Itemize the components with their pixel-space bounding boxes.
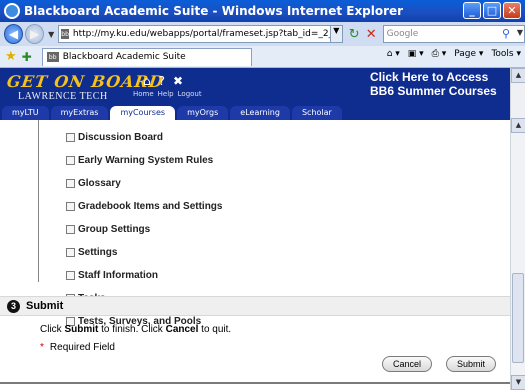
header-links: Home Help Logout — [133, 90, 202, 98]
tab-myltu[interactable]: myLTU — [2, 106, 49, 120]
checkbox[interactable] — [66, 225, 75, 234]
stop-icon[interactable]: ✕ — [366, 27, 377, 42]
content-frame: Discussion Board Early Warning System Ru… — [0, 120, 510, 390]
favorites-bar: ★ ✚ bb Blackboard Academic Suite ⌂ ▾ ▣ ▾… — [0, 46, 525, 68]
page-menu[interactable]: Page ▾ — [454, 49, 483, 59]
checkbox-label: Group Settings — [78, 224, 151, 235]
help-link[interactable]: Help — [158, 90, 174, 98]
browser-tab[interactable]: bb Blackboard Academic Suite — [41, 47, 252, 66]
cancel-button[interactable]: Cancel — [381, 356, 432, 372]
tools-menu[interactable]: Tools ▾ — [491, 49, 521, 59]
logo-text[interactable]: GET ON BOARD — [6, 72, 165, 91]
checkbox[interactable] — [66, 248, 75, 257]
divider — [0, 382, 510, 384]
scroll-up-icon[interactable]: ▲ — [511, 118, 525, 133]
tree-line — [38, 120, 39, 282]
list-item[interactable]: Gradebook Items and Settings — [66, 195, 222, 218]
internet-explorer-icon — [4, 3, 20, 19]
tab-myextras[interactable]: myExtras — [50, 106, 109, 120]
list-item[interactable]: Early Warning System Rules — [66, 149, 222, 172]
submit-section-title: Submit — [26, 300, 64, 312]
tab-elearning[interactable]: eLearning — [230, 106, 290, 120]
instructions-submit-word: Submit — [64, 324, 99, 335]
refresh-icon[interactable]: ↻ — [349, 27, 360, 42]
print-icon[interactable]: ⎙ ▾ — [432, 49, 447, 59]
home-house-icon[interactable]: ⌂ — [143, 74, 151, 88]
logout-link[interactable]: Logout — [178, 90, 202, 98]
checkbox[interactable] — [66, 271, 75, 280]
list-item[interactable]: Discussion Board — [66, 126, 222, 149]
search-placeholder: Google — [386, 29, 419, 39]
scroll-down-icon[interactable]: ▼ — [511, 375, 525, 390]
address-url: http://my.ku.edu/webapps/portal/frameset… — [72, 29, 342, 39]
summer-courses-link[interactable]: Click Here to Access BB6 Summer Courses — [370, 70, 497, 98]
tab-mycourses[interactable]: myCourses — [110, 106, 176, 120]
home-icon[interactable]: ⌂ ▾ — [387, 49, 400, 59]
instructions-text: Click — [40, 324, 65, 335]
add-favorite-icon[interactable]: ✚ — [22, 50, 32, 64]
tab-scholar[interactable]: Scholar — [291, 106, 342, 120]
portal-tabs: myLTU myExtras myCourses myOrgs eLearnin… — [0, 106, 510, 120]
submit-instructions: Click Submit to finish. Click Cancel to … — [40, 324, 231, 335]
checkbox[interactable] — [66, 133, 75, 142]
window-titlebar: Blackboard Academic Suite - Windows Inte… — [0, 0, 525, 22]
required-asterisk: * — [40, 342, 44, 353]
instructions-text: to finish. Click — [98, 324, 166, 335]
address-dropdown-icon[interactable]: ▼ — [329, 26, 342, 42]
promo-line-1: Click Here to Access — [370, 70, 489, 84]
instructions-text: to quit. — [198, 324, 232, 335]
checkbox-label: Gradebook Items and Settings — [78, 201, 223, 212]
checkbox[interactable] — [66, 202, 75, 211]
logo-subtitle: LAWRENCE TECH — [18, 91, 108, 102]
minimize-button[interactable]: _ — [463, 2, 481, 19]
back-button[interactable]: ◀ — [4, 24, 24, 44]
scroll-up-icon[interactable]: ▲ — [511, 68, 525, 83]
list-item[interactable]: Group Settings — [66, 218, 222, 241]
checkbox-label: Settings — [78, 247, 118, 258]
step-number-badge: 3 — [7, 299, 20, 313]
content-scrollbar[interactable]: ▲ ▼ — [510, 118, 525, 390]
search-icon[interactable]: ⚲ — [502, 27, 510, 40]
search-dropdown-icon[interactable]: ▼ — [517, 28, 523, 37]
instructions-cancel-word: Cancel — [165, 324, 199, 335]
checkbox-label: Discussion Board — [78, 132, 164, 143]
checkbox-label: Staff Information — [78, 270, 158, 281]
tab-favicon-icon: bb — [46, 52, 59, 62]
checkbox[interactable] — [66, 179, 75, 188]
favorites-star-icon[interactable]: ★ — [5, 49, 17, 64]
header-icons: ⌂ ? ✖ — [143, 74, 183, 88]
scrollbar-thumb[interactable] — [512, 273, 524, 363]
tab-myorgs[interactable]: myOrgs — [177, 106, 229, 120]
window-title: Blackboard Academic Suite - Windows Inte… — [24, 4, 404, 18]
page-favicon-icon: bb — [61, 29, 69, 39]
window-controls: _ □ ✕ — [463, 2, 521, 19]
list-item[interactable]: Staff Information — [66, 264, 222, 287]
list-item[interactable]: Glossary — [66, 172, 222, 195]
browser-tab-label: Blackboard Academic Suite — [62, 52, 186, 62]
checkbox-label: Early Warning System Rules — [78, 155, 214, 166]
address-toolbar: ◀ ▶ ▼ bb http://my.ku.edu/webapps/portal… — [0, 22, 525, 46]
home-link[interactable]: Home — [133, 90, 154, 98]
help-icon[interactable]: ? — [159, 74, 165, 88]
list-item[interactable]: Settings — [66, 241, 222, 264]
command-bar: ⌂ ▾ ▣ ▾ ⎙ ▾ Page ▾ Tools ▾ — [387, 49, 521, 59]
promo-line-2: BB6 Summer Courses — [370, 84, 497, 98]
maximize-button[interactable]: □ — [483, 2, 501, 19]
search-input[interactable]: Google ⚲ ▼ — [382, 25, 525, 43]
forward-button[interactable]: ▶ — [25, 24, 45, 44]
close-button[interactable]: ✕ — [503, 2, 521, 19]
history-dropdown-icon[interactable]: ▼ — [48, 30, 54, 39]
logout-icon[interactable]: ✖ — [173, 74, 183, 88]
checkbox[interactable] — [66, 156, 75, 165]
address-input[interactable]: bb http://my.ku.edu/webapps/portal/frame… — [58, 25, 343, 43]
submit-button[interactable]: Submit — [445, 356, 496, 372]
required-field-note: * Required Field — [40, 342, 115, 353]
checkbox-label: Glossary — [78, 178, 121, 189]
feeds-icon[interactable]: ▣ ▾ — [408, 49, 424, 59]
required-label: Required Field — [49, 342, 115, 353]
submit-section-header: 3 Submit — [0, 296, 510, 316]
form-buttons: Cancel Submit — [381, 356, 496, 372]
